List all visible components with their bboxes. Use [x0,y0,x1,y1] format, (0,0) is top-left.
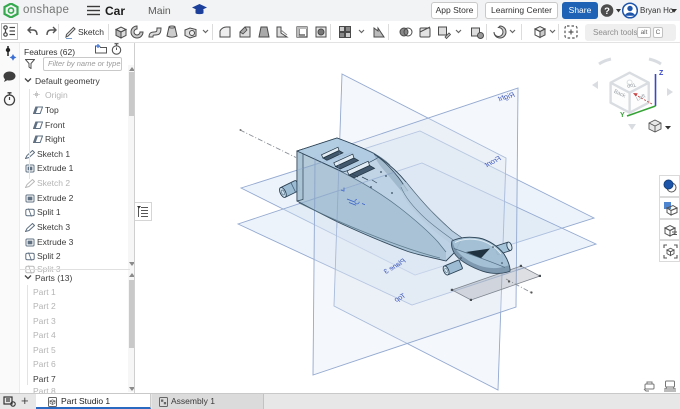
svg-text:?: ? [604,6,610,17]
svg-text:Z: Z [659,70,664,77]
svg-text:Y: Y [620,112,625,119]
